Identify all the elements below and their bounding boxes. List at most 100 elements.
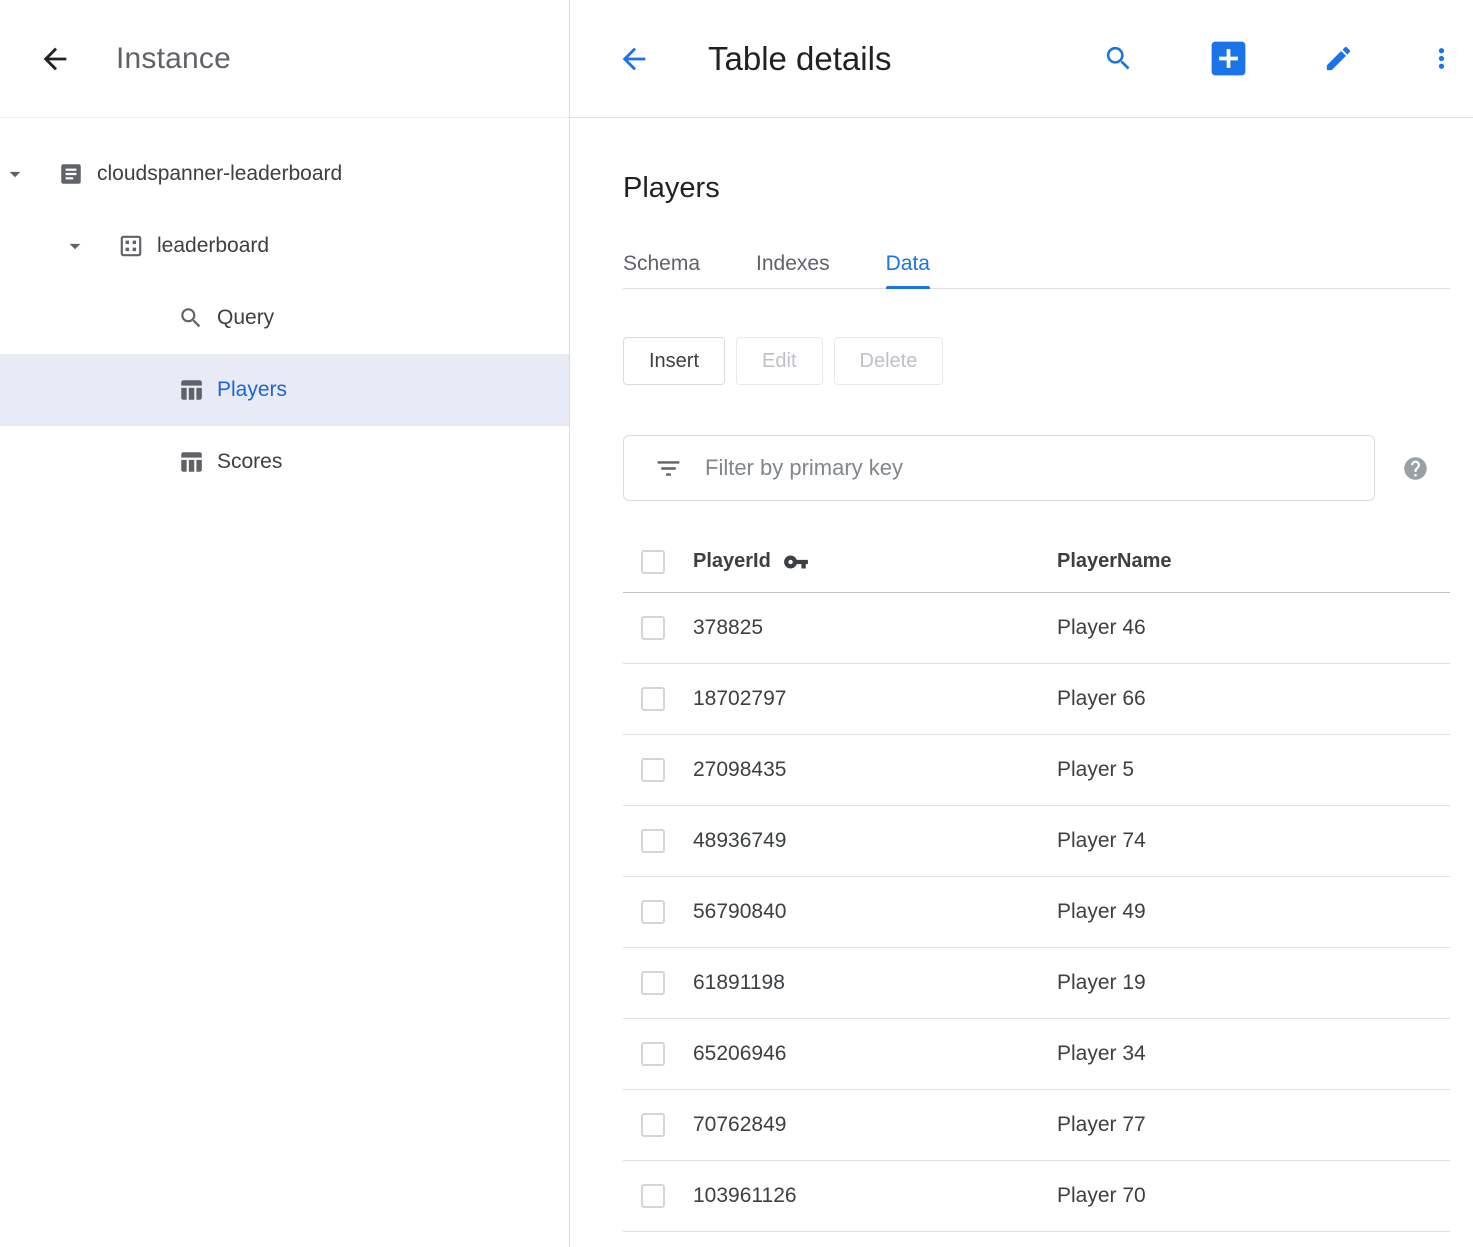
table-row: 56790840 Player 49 <box>623 877 1450 948</box>
instance-document-icon <box>58 161 84 187</box>
column-label: PlayerName <box>1057 550 1172 572</box>
row-checkbox-cell <box>623 687 693 711</box>
table-row: 70762849 Player 77 <box>623 1090 1450 1161</box>
app-window: Instance cloudspanner-leaderboard <box>0 0 1473 1247</box>
edit-button: Edit <box>736 337 822 385</box>
database-icon <box>118 233 144 259</box>
column-label: PlayerId <box>693 550 771 573</box>
row-checkbox[interactable] <box>641 758 665 782</box>
navigation-tree: cloudspanner-leaderboard leaderboard <box>0 118 569 498</box>
row-checkbox-cell <box>623 1113 693 1137</box>
row-checkbox[interactable] <box>641 616 665 640</box>
row-checkbox-cell <box>623 971 693 995</box>
sidebar-item-scores[interactable]: Scores <box>0 426 569 498</box>
table-body: 378825 Player 46 18702797 Player 66 2709… <box>623 593 1450 1232</box>
page-header-title: Table details <box>708 40 891 78</box>
filter-row <box>623 435 1450 501</box>
player-id-cell: 378825 <box>693 616 1057 640</box>
player-name-cell: Player 66 <box>1057 687 1450 711</box>
data-table: PlayerId PlayerName 378825 Player 46 187 <box>623 531 1450 1232</box>
collapse-arrow-icon[interactable] <box>2 161 28 187</box>
row-checkbox-cell <box>623 1042 693 1066</box>
player-id-cell: 18702797 <box>693 687 1057 711</box>
row-checkbox-cell <box>623 900 693 924</box>
sidebar: Instance cloudspanner-leaderboard <box>0 0 570 1247</box>
back-arrow-icon[interactable] <box>38 42 72 76</box>
row-checkbox[interactable] <box>641 687 665 711</box>
sidebar-header: Instance <box>0 0 569 118</box>
table-row: 18702797 Player 66 <box>623 664 1450 735</box>
table-icon <box>178 449 204 475</box>
row-checkbox[interactable] <box>641 1113 665 1137</box>
player-name-cell: Player 34 <box>1057 1042 1450 1066</box>
player-name-cell: Player 46 <box>1057 616 1450 640</box>
select-all-checkbox[interactable] <box>641 550 665 574</box>
player-id-cell: 70762849 <box>693 1113 1057 1137</box>
row-checkbox[interactable] <box>641 971 665 995</box>
player-name-cell: Player 5 <box>1057 758 1450 782</box>
header-checkbox-cell <box>623 550 693 574</box>
database-name: leaderboard <box>157 234 269 258</box>
row-checkbox-cell <box>623 758 693 782</box>
player-name-cell: Player 70 <box>1057 1184 1450 1208</box>
header-actions <box>1103 36 1465 81</box>
add-row-button[interactable] <box>1206 36 1251 81</box>
sidebar-title: Instance <box>116 42 231 76</box>
filter-input[interactable] <box>705 455 1354 481</box>
row-checkbox[interactable] <box>641 829 665 853</box>
table-row: 378825 Player 46 <box>623 593 1450 664</box>
sidebar-item-label: Query <box>217 306 274 330</box>
tree-node-instance[interactable]: cloudspanner-leaderboard <box>0 138 569 210</box>
player-name-cell: Player 74 <box>1057 829 1450 853</box>
player-id-cell: 65206946 <box>693 1042 1057 1066</box>
player-id-cell: 103961126 <box>693 1184 1057 1208</box>
search-icon <box>178 305 204 331</box>
tree-node-database[interactable]: leaderboard <box>0 210 569 282</box>
help-icon[interactable] <box>1402 455 1429 482</box>
player-id-cell: 61891198 <box>693 971 1057 995</box>
filter-box <box>623 435 1375 501</box>
row-checkbox-cell <box>623 829 693 853</box>
table-name-title: Players <box>623 172 1450 205</box>
table-details-content: Players Schema Indexes Data Insert Edit … <box>570 118 1473 1232</box>
insert-button[interactable]: Insert <box>623 337 725 385</box>
search-icon[interactable] <box>1103 43 1134 74</box>
instance-name: cloudspanner-leaderboard <box>97 162 342 186</box>
sidebar-item-label: Players <box>217 378 287 402</box>
filter-list-icon <box>654 454 683 483</box>
row-checkbox[interactable] <box>641 1184 665 1208</box>
more-vert-icon[interactable] <box>1426 43 1457 74</box>
sidebar-item-query[interactable]: Query <box>0 282 569 354</box>
table-row: 27098435 Player 5 <box>623 735 1450 806</box>
table-row: 48936749 Player 74 <box>623 806 1450 877</box>
tab-schema[interactable]: Schema <box>623 239 700 288</box>
player-name-cell: Player 19 <box>1057 971 1450 995</box>
tab-data[interactable]: Data <box>886 239 930 288</box>
row-checkbox-cell <box>623 1184 693 1208</box>
row-actions-toolbar: Insert Edit Delete <box>623 337 1450 385</box>
back-arrow-icon[interactable] <box>617 42 651 76</box>
table-row: 61891198 Player 19 <box>623 948 1450 1019</box>
row-checkbox[interactable] <box>641 1042 665 1066</box>
collapse-arrow-icon[interactable] <box>62 233 88 259</box>
main-header: Table details <box>570 0 1473 118</box>
sidebar-item-players[interactable]: Players <box>0 354 569 426</box>
delete-button: Delete <box>834 337 944 385</box>
column-header-playerid: PlayerId <box>693 549 1057 575</box>
table-header-row: PlayerId PlayerName <box>623 531 1450 593</box>
row-checkbox[interactable] <box>641 900 665 924</box>
tab-bar: Schema Indexes Data <box>623 239 1450 289</box>
player-id-cell: 48936749 <box>693 829 1057 853</box>
tab-indexes[interactable]: Indexes <box>756 239 830 288</box>
primary-key-icon <box>783 549 809 575</box>
column-header-playername: PlayerName <box>1057 550 1450 573</box>
table-row: 103961126 Player 70 <box>623 1161 1450 1232</box>
player-name-cell: Player 77 <box>1057 1113 1450 1137</box>
main-panel: Table details Players Schema <box>570 0 1473 1247</box>
row-checkbox-cell <box>623 616 693 640</box>
table-row: 65206946 Player 34 <box>623 1019 1450 1090</box>
edit-pencil-icon[interactable] <box>1323 43 1354 74</box>
player-id-cell: 27098435 <box>693 758 1057 782</box>
player-name-cell: Player 49 <box>1057 900 1450 924</box>
sidebar-item-label: Scores <box>217 450 282 474</box>
